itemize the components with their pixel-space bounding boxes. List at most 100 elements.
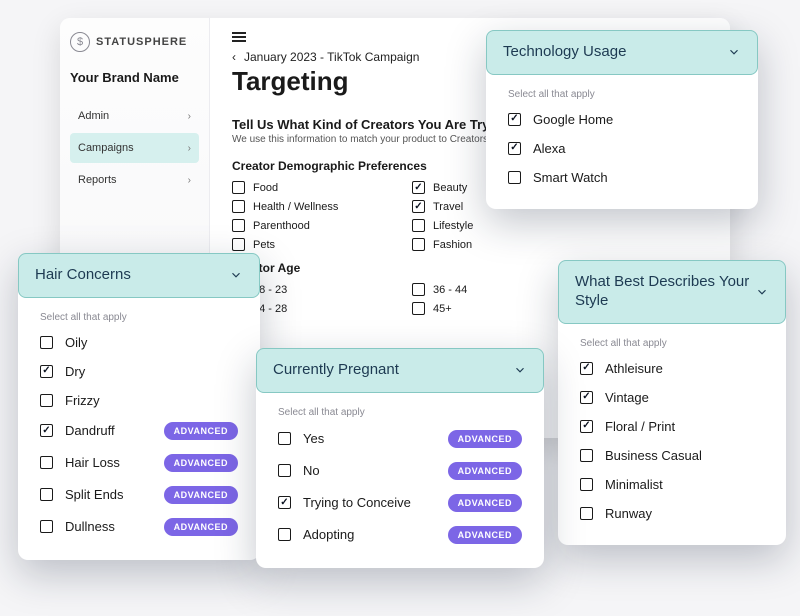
checkbox-option[interactable]: Vintage bbox=[580, 390, 764, 405]
sidebar-item-label: Reports bbox=[78, 174, 117, 186]
checkbox-icon[interactable] bbox=[278, 496, 291, 509]
advanced-badge: ADVANCED bbox=[448, 462, 522, 480]
checkbox-label: Athleisure bbox=[605, 361, 764, 376]
checkbox-icon[interactable] bbox=[412, 200, 425, 213]
checkbox-label: Fashion bbox=[433, 239, 472, 251]
checkbox-option[interactable]: Hair LossADVANCED bbox=[40, 454, 238, 472]
checkbox-icon[interactable] bbox=[580, 420, 593, 433]
checkbox-label: Lifestyle bbox=[433, 220, 473, 232]
checkbox-icon[interactable] bbox=[580, 391, 593, 404]
checkbox-label: Runway bbox=[605, 506, 764, 521]
checkbox-label: Business Casual bbox=[605, 448, 764, 463]
checkbox-option[interactable]: 45+ bbox=[412, 302, 552, 315]
checkbox-option[interactable]: Frizzy bbox=[40, 393, 238, 408]
checkbox-option[interactable]: DandruffADVANCED bbox=[40, 422, 238, 440]
checkbox-icon[interactable] bbox=[40, 488, 53, 501]
checkbox-label: Smart Watch bbox=[533, 170, 736, 185]
card-style: What Best Describes Your Style Select all… bbox=[558, 260, 786, 545]
checkbox-option[interactable]: Oily bbox=[40, 335, 238, 350]
sidebar-item-admin[interactable]: Admin› bbox=[70, 101, 199, 131]
dropdown-title: Technology Usage bbox=[503, 43, 626, 62]
checkbox-icon[interactable] bbox=[40, 520, 53, 533]
checkbox-option[interactable]: AdoptingADVANCED bbox=[278, 526, 522, 544]
checkbox-option[interactable]: Alexa bbox=[508, 141, 736, 156]
checkbox-option[interactable]: Pets bbox=[232, 238, 372, 251]
advanced-badge: ADVANCED bbox=[164, 518, 238, 536]
checkbox-icon[interactable] bbox=[412, 238, 425, 251]
dropdown-header[interactable]: What Best Describes Your Style bbox=[558, 260, 786, 324]
checkbox-label: Yes bbox=[303, 431, 436, 446]
checkbox-option[interactable]: Split EndsADVANCED bbox=[40, 486, 238, 504]
checkbox-label: 36 - 44 bbox=[433, 284, 467, 296]
sidebar-item-label: Admin bbox=[78, 110, 109, 122]
checkbox-label: Alexa bbox=[533, 141, 736, 156]
checkbox-option[interactable]: Athleisure bbox=[580, 361, 764, 376]
checkbox-option[interactable]: YesADVANCED bbox=[278, 430, 522, 448]
chevron-down-icon bbox=[513, 363, 527, 377]
checkbox-option[interactable]: Minimalist bbox=[580, 477, 764, 492]
chevron-down-icon bbox=[755, 285, 769, 299]
sidebar-item-campaigns[interactable]: Campaigns› bbox=[70, 133, 199, 163]
chevron-down-icon bbox=[727, 45, 741, 59]
checkbox-label: Oily bbox=[65, 335, 238, 350]
checkbox-option[interactable]: Google Home bbox=[508, 112, 736, 127]
hamburger-icon[interactable] bbox=[232, 32, 246, 42]
checkbox-icon[interactable] bbox=[278, 432, 291, 445]
checkbox-icon[interactable] bbox=[232, 181, 245, 194]
checkbox-label: 45+ bbox=[433, 303, 452, 315]
checkbox-icon[interactable] bbox=[580, 449, 593, 462]
checkbox-icon[interactable] bbox=[508, 113, 521, 126]
checkbox-option[interactable]: Food bbox=[232, 181, 372, 194]
checkbox-option[interactable]: Health / Wellness bbox=[232, 200, 372, 213]
checkbox-icon[interactable] bbox=[508, 142, 521, 155]
checkbox-label: Minimalist bbox=[605, 477, 764, 492]
chevron-right-icon: › bbox=[188, 143, 191, 154]
checkbox-icon[interactable] bbox=[40, 336, 53, 349]
checkbox-icon[interactable] bbox=[412, 181, 425, 194]
checkbox-option[interactable]: Parenthood bbox=[232, 219, 372, 232]
checkbox-icon[interactable] bbox=[508, 171, 521, 184]
checkbox-label: Hair Loss bbox=[65, 455, 152, 470]
dropdown-header[interactable]: Technology Usage bbox=[486, 30, 758, 75]
checkbox-label: Food bbox=[253, 182, 278, 194]
checkbox-option[interactable]: Trying to ConceiveADVANCED bbox=[278, 494, 522, 512]
checkbox-label: Dry bbox=[65, 364, 238, 379]
checkbox-option[interactable]: 36 - 44 bbox=[412, 283, 552, 296]
checkbox-icon[interactable] bbox=[412, 283, 425, 296]
logo-text: STATUSPHERE bbox=[96, 36, 187, 48]
checkbox-icon[interactable] bbox=[232, 238, 245, 251]
dropdown-header[interactable]: Hair Concerns bbox=[18, 253, 260, 298]
checkbox-icon[interactable] bbox=[40, 456, 53, 469]
checkbox-icon[interactable] bbox=[580, 478, 593, 491]
checkbox-icon[interactable] bbox=[232, 200, 245, 213]
sidebar-item-reports[interactable]: Reports› bbox=[70, 165, 199, 195]
checkbox-option[interactable]: Dry bbox=[40, 364, 238, 379]
dropdown-header[interactable]: Currently Pregnant bbox=[256, 348, 544, 393]
select-hint: Select all that apply bbox=[278, 407, 522, 418]
select-hint: Select all that apply bbox=[580, 338, 764, 349]
checkbox-icon[interactable] bbox=[580, 507, 593, 520]
checkbox-option[interactable]: Fashion bbox=[412, 238, 552, 251]
checkbox-label: Pets bbox=[253, 239, 275, 251]
dropdown-title: Currently Pregnant bbox=[273, 361, 399, 380]
checkbox-option[interactable]: Business Casual bbox=[580, 448, 764, 463]
checkbox-icon[interactable] bbox=[40, 424, 53, 437]
checkbox-option[interactable]: Smart Watch bbox=[508, 170, 736, 185]
checkbox-icon[interactable] bbox=[40, 365, 53, 378]
checkbox-icon[interactable] bbox=[412, 219, 425, 232]
checkbox-label: Vintage bbox=[605, 390, 764, 405]
checkbox-icon[interactable] bbox=[232, 219, 245, 232]
checkbox-option[interactable]: NoADVANCED bbox=[278, 462, 522, 480]
checkbox-option[interactable]: DullnessADVANCED bbox=[40, 518, 238, 536]
checkbox-icon[interactable] bbox=[278, 464, 291, 477]
checkbox-icon[interactable] bbox=[412, 302, 425, 315]
checkbox-icon[interactable] bbox=[580, 362, 593, 375]
checkbox-option[interactable]: Lifestyle bbox=[412, 219, 552, 232]
checkbox-option[interactable]: Floral / Print bbox=[580, 419, 764, 434]
advanced-badge: ADVANCED bbox=[448, 526, 522, 544]
checkbox-icon[interactable] bbox=[278, 528, 291, 541]
checkbox-icon[interactable] bbox=[40, 394, 53, 407]
checkbox-label: Google Home bbox=[533, 112, 736, 127]
checkbox-option[interactable]: Runway bbox=[580, 506, 764, 521]
chevron-left-icon[interactable]: ‹ bbox=[232, 50, 236, 64]
